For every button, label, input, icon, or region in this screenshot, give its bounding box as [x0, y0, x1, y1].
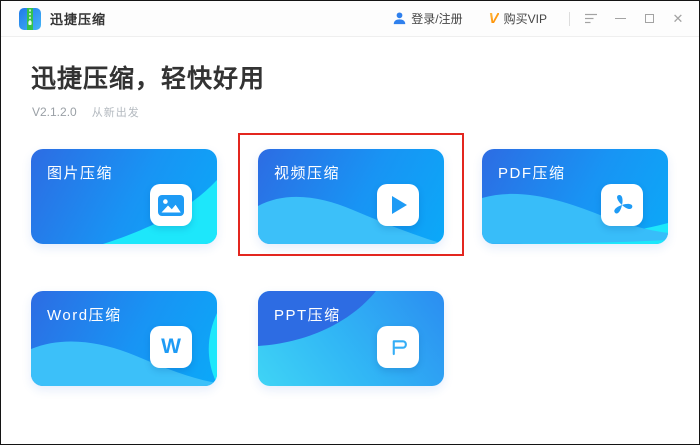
login-register-label: 登录/注册: [411, 12, 463, 26]
version-slogan: 从新出发: [91, 107, 140, 119]
buy-vip-label: 购买VIP: [503, 12, 547, 26]
title-bar: 迅捷压缩 登录/注册 V 购买VIP ✕: [1, 1, 699, 37]
version-number: V2.1.2.0: [32, 105, 77, 119]
image-icon: [150, 184, 192, 226]
user-icon: [394, 12, 406, 25]
card-label: 图片压缩: [47, 165, 114, 182]
minimize-icon: [614, 18, 626, 19]
maximize-icon: [644, 14, 654, 23]
play-icon: [377, 184, 419, 226]
app-window: 迅捷压缩 登录/注册 V 购买VIP ✕ 迅捷压缩，轻快好用 V2.1.2.0 …: [0, 0, 700, 445]
letter-w-icon: W: [150, 326, 192, 368]
buy-vip-button[interactable]: V 购买VIP: [489, 10, 547, 27]
close-button[interactable]: ✕: [671, 12, 685, 26]
pdf-icon: [601, 184, 643, 226]
maximize-button[interactable]: [642, 12, 656, 26]
menu-icon[interactable]: [584, 12, 598, 26]
card-label: PPT压缩: [274, 307, 341, 324]
letter-p-icon: [377, 326, 419, 368]
app-identity: 迅捷压缩: [19, 7, 107, 30]
app-logo-zip-icon: [19, 7, 41, 30]
card-image-compress[interactable]: 图片压缩: [31, 149, 217, 244]
card-word-compress[interactable]: Word压缩 W: [31, 291, 217, 386]
titlebar-divider: [569, 11, 570, 26]
card-label: PDF压缩: [498, 165, 566, 182]
vip-icon: V: [488, 10, 499, 27]
card-ppt-compress[interactable]: PPT压缩: [258, 291, 444, 386]
login-register-button[interactable]: 登录/注册: [393, 10, 463, 27]
letter-w: W: [161, 334, 181, 358]
card-pdf-compress[interactable]: PDF压缩: [482, 149, 668, 244]
card-label: 视频压缩: [274, 165, 341, 182]
version-row: V2.1.2.0 从新出发: [32, 104, 140, 120]
page-title: 迅捷压缩，轻快好用: [31, 65, 266, 93]
app-title: 迅捷压缩: [50, 12, 107, 27]
close-icon: ✕: [672, 11, 684, 26]
minimize-button[interactable]: [613, 12, 627, 26]
card-label: Word压缩: [47, 307, 122, 324]
card-video-compress[interactable]: 视频压缩: [258, 149, 444, 244]
